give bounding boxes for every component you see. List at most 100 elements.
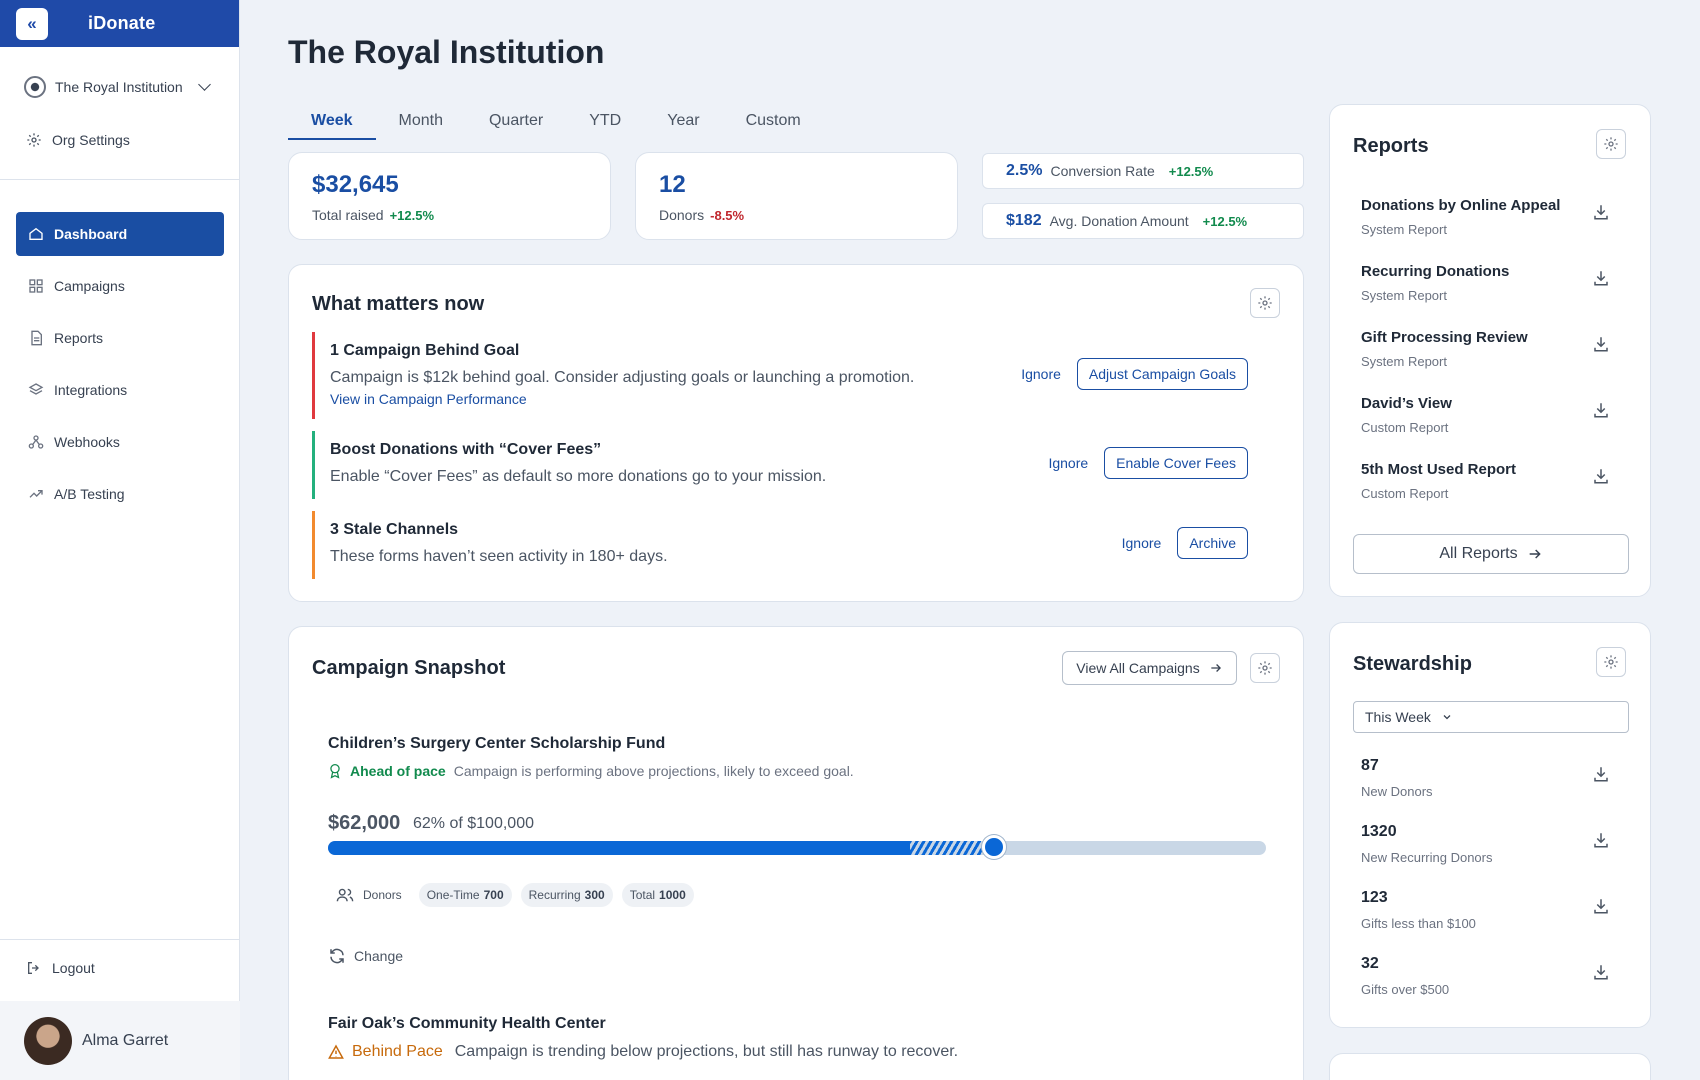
campaign-status: Behind Pace Campaign is trending below p… [328, 1043, 958, 1061]
conversion-rate-stat: 2.5% Conversion Rate +12.5% [982, 153, 1304, 189]
nav-item-integrations[interactable]: Integrations [16, 368, 224, 412]
alert-stale-channels: 3 Stale Channels These forms haven’t see… [312, 511, 1278, 579]
user-profile[interactable]: Alma Garret [0, 1001, 240, 1080]
chevron-down-icon [197, 78, 211, 91]
tab-month[interactable]: Month [376, 112, 466, 140]
conversion-rate-label: Conversion Rate [1050, 163, 1155, 179]
nav-item-reports[interactable]: Reports [16, 316, 224, 360]
logout-label: Logout [52, 960, 95, 976]
report-type: Custom Report [1361, 486, 1449, 501]
avg-donation-stat: $182 Avg. Donation Amount +12.5% [982, 203, 1304, 239]
chevron-down-icon [1443, 715, 1451, 720]
nav-item-label: Webhooks [54, 434, 120, 450]
gear-icon [1604, 137, 1618, 151]
alert-actions: Ignore Adjust Campaign Goals [1021, 358, 1248, 390]
tab-custom[interactable]: Custom [723, 112, 824, 140]
total-raised-value: $32,645 [312, 171, 399, 198]
campaign-name[interactable]: Fair Oak’s Community Health Center [328, 1015, 606, 1033]
gear-icon [1258, 661, 1272, 675]
report-item[interactable]: Gift Processing Review System Report [1361, 329, 1611, 369]
logout-icon [28, 962, 39, 974]
stewardship-label: New Recurring Donors [1361, 850, 1493, 865]
user-name: Alma Garret [82, 1032, 169, 1049]
tab-quarter[interactable]: Quarter [466, 112, 566, 140]
view-campaign-performance-link[interactable]: View in Campaign Performance [330, 391, 1278, 407]
download-icon[interactable] [1592, 963, 1610, 981]
progress-fill [328, 841, 910, 855]
nav-item-campaigns[interactable]: Campaigns [16, 264, 224, 308]
download-icon[interactable] [1592, 765, 1610, 783]
status-description: Campaign is trending below projections, … [454, 1043, 959, 1060]
selected-period: This Week [1365, 709, 1431, 725]
collapse-sidebar-button[interactable]: « [16, 8, 48, 40]
report-item[interactable]: David’s View Custom Report [1361, 395, 1611, 435]
avg-donation-value: $182 [1006, 212, 1042, 229]
tab-ytd[interactable]: YTD [566, 112, 644, 140]
what-matters-settings-button[interactable] [1250, 288, 1280, 318]
reports-settings-button[interactable] [1596, 129, 1626, 159]
nav-item-label: Reports [54, 330, 104, 346]
stewardship-title: Stewardship [1353, 653, 1472, 675]
download-icon[interactable] [1592, 467, 1610, 485]
next-card [1329, 1053, 1651, 1080]
download-icon[interactable] [1592, 897, 1610, 915]
report-item[interactable]: Donations by Online Appeal System Report [1361, 197, 1611, 237]
nav-item-dashboard[interactable]: Dashboard [16, 212, 224, 256]
document-icon [28, 330, 44, 346]
award-icon [330, 763, 340, 779]
ignore-button[interactable]: Ignore [1048, 455, 1088, 471]
chip-one-time: One-Time 700 [418, 883, 512, 907]
org-name: The Royal Institution [55, 79, 183, 95]
nav-item-ab-testing[interactable]: A/B Testing [16, 472, 224, 516]
all-reports-label: All Reports [1439, 545, 1518, 562]
download-icon[interactable] [1592, 335, 1610, 353]
refresh-icon [330, 948, 344, 964]
avg-donation-change: +12.5% [1202, 213, 1248, 229]
view-all-campaigns-button[interactable]: View All Campaigns [1062, 651, 1237, 685]
download-icon[interactable] [1592, 269, 1610, 287]
change-button[interactable]: Change [328, 947, 403, 965]
users-icon [336, 888, 354, 902]
tab-year[interactable]: Year [644, 112, 722, 140]
donor-breakdown: Donors One-Time 700 Recurring 300 Total 100… [336, 883, 694, 907]
logout-button[interactable]: Logout [26, 960, 95, 976]
ignore-button[interactable]: Ignore [1021, 366, 1061, 382]
stewardship-label: Gifts over $500 [1361, 982, 1450, 997]
report-type: System Report [1361, 222, 1447, 237]
all-reports-button[interactable]: All Reports [1353, 534, 1629, 574]
report-item[interactable]: Recurring Donations System Report [1361, 263, 1611, 303]
campaign-name[interactable]: Children’s Surgery Center Scholarship Fu… [328, 735, 665, 753]
download-icon[interactable] [1592, 203, 1610, 221]
report-item[interactable]: 5th Most Used Report Custom Report [1361, 461, 1611, 501]
progress-handle[interactable] [982, 835, 1006, 859]
gear-icon [1258, 296, 1272, 310]
snapshot-settings-button[interactable] [1250, 653, 1280, 683]
stewardship-period-select[interactable]: This Week [1353, 701, 1629, 733]
stewardship-settings-button[interactable] [1596, 647, 1626, 677]
arrow-right-icon [1211, 664, 1221, 672]
archive-button[interactable]: Archive [1177, 527, 1248, 559]
donors-change: -8.5% [710, 208, 745, 223]
ignore-button[interactable]: Ignore [1122, 535, 1162, 551]
adjust-campaign-goals-button[interactable]: Adjust Campaign Goals [1076, 358, 1248, 390]
download-icon[interactable] [1592, 401, 1610, 419]
stewardship-label: New Donors [1361, 784, 1433, 799]
change-label: Change [354, 948, 404, 964]
org-settings-link[interactable]: Org Settings [26, 132, 130, 148]
report-type: System Report [1361, 354, 1447, 369]
enable-cover-fees-button[interactable]: Enable Cover Fees [1104, 447, 1248, 479]
alert-actions: Ignore Enable Cover Fees [1048, 447, 1248, 479]
chip-recurring: Recurring 300 [520, 883, 613, 907]
nav-item-webhooks[interactable]: Webhooks [16, 420, 224, 464]
report-name: 5th Most Used Report [1361, 461, 1517, 478]
stewardship-item: 32 Gifts over $500 [1361, 955, 1611, 997]
stewardship-value: 123 [1361, 889, 1388, 906]
org-switcher[interactable]: The Royal Institution [24, 76, 211, 98]
home-icon [28, 226, 44, 242]
what-matters-title: What matters now [312, 293, 485, 315]
brand-bar: « iDonate [0, 0, 239, 47]
tab-week[interactable]: Week [288, 112, 376, 140]
stewardship-label: Gifts less than $100 [1361, 916, 1476, 931]
conversion-rate-change: +12.5% [1168, 163, 1214, 179]
download-icon[interactable] [1592, 831, 1610, 849]
